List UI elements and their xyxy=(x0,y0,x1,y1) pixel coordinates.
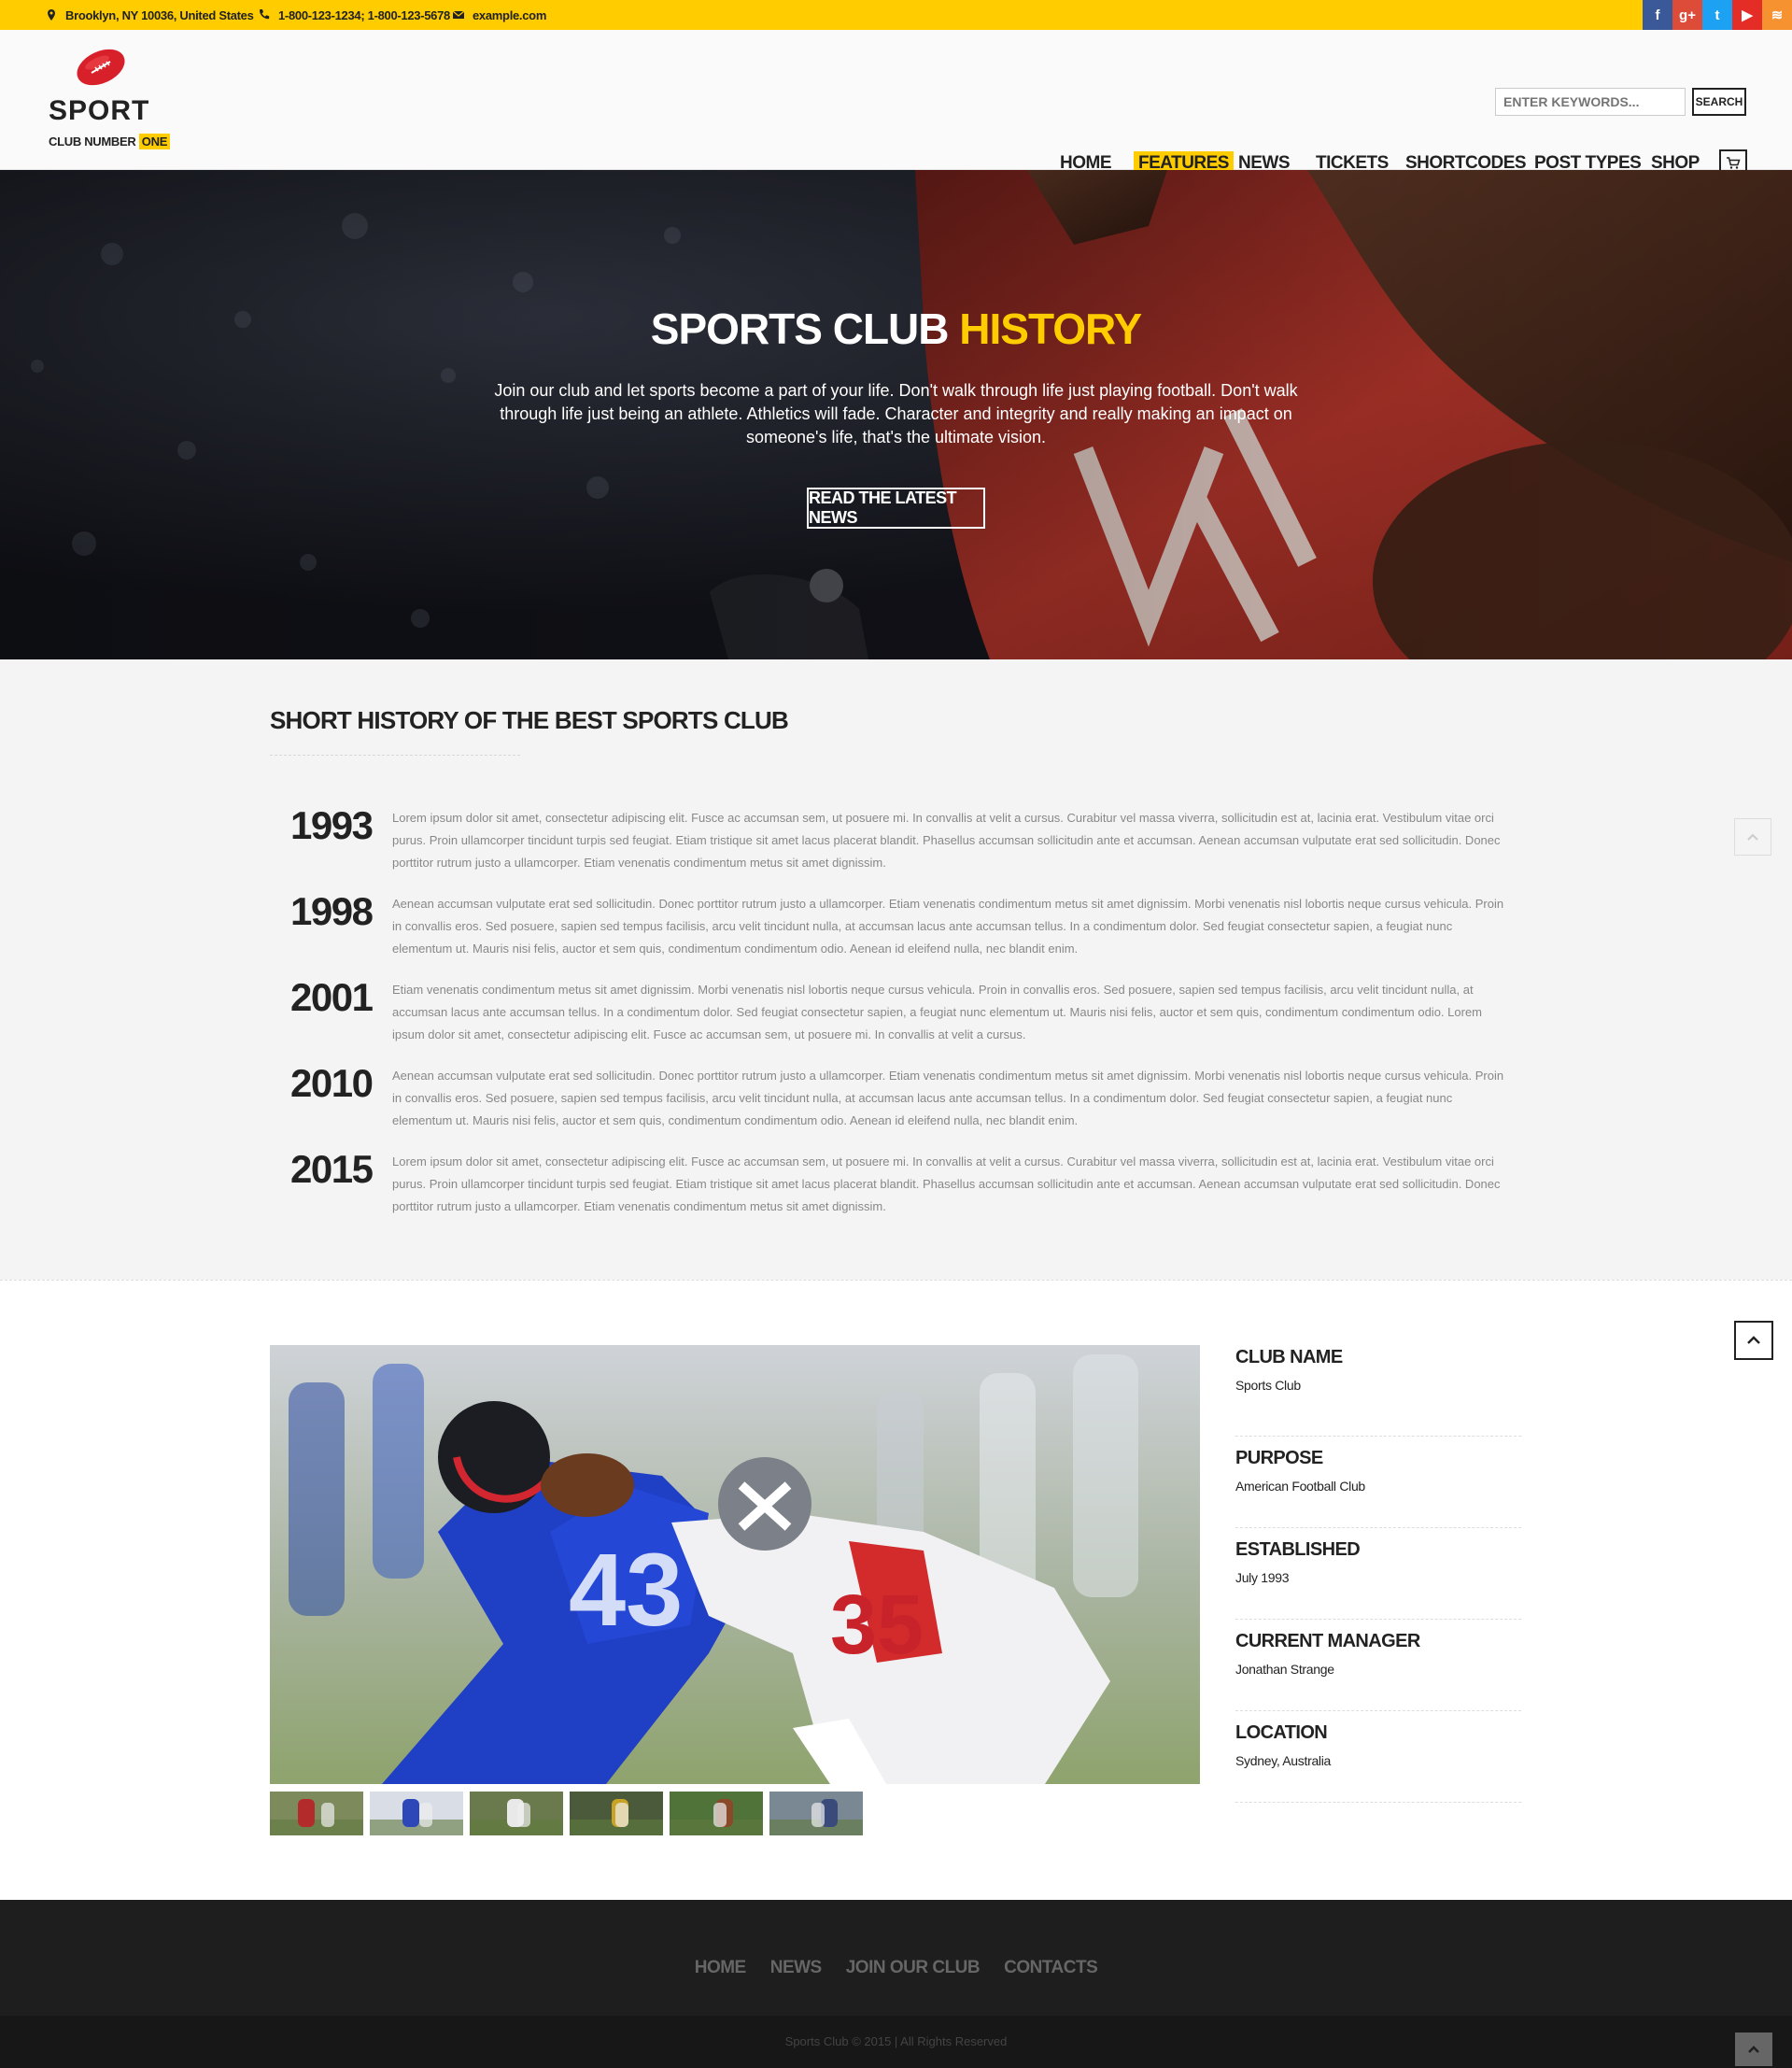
fact-label: LOCATION xyxy=(1235,1722,1328,1743)
hero-banner: SPORTS CLUB HISTORY Join our club and le… xyxy=(0,170,1792,659)
history-section-title: SHORT HISTORY OF THE BEST SPORTS CLUB xyxy=(270,706,789,734)
hero-title-white: SPORTS CLUB xyxy=(650,305,950,353)
history-entry-text: Lorem ipsum dolor sit amet, consectetur … xyxy=(392,1154,1501,1213)
history-year: 2010 xyxy=(290,1061,374,1105)
copyright-text: Sports Club © 2015 | All Rights Reserved xyxy=(784,2034,1008,2048)
hero-title: SPORTS CLUB HISTORY xyxy=(0,304,1792,354)
search-button[interactable]: SEARCH xyxy=(1692,88,1746,116)
history-entry-text: Aenean accumsan vulputate erat sed solli… xyxy=(392,897,1504,956)
logo-tagline-highlight: ONE xyxy=(138,134,171,149)
club-fact-location: LOCATION Sydney, Australia xyxy=(1235,1711,1521,1803)
fact-value: Sydney, Australia xyxy=(1235,1753,1332,1768)
svg-text:43: 43 xyxy=(569,1533,683,1648)
shopping-cart-icon xyxy=(1727,157,1741,169)
envelope-icon xyxy=(452,10,465,19)
chevron-up-icon xyxy=(1748,2046,1759,2053)
phone-info: 1-800-123-1234; 1-800-123-5678 xyxy=(258,0,450,30)
read-latest-news-button[interactable]: READ THE LATEST NEWS xyxy=(807,488,985,529)
logo-tagline: CLUB NUMBER ONE xyxy=(49,134,171,149)
site-header: SPORT CLUB NUMBER ONE SEARCH HOMEFEATURE… xyxy=(0,30,1792,177)
fact-label: ESTABLISHED xyxy=(1235,1539,1361,1560)
footer-link-join-our-club[interactable]: JOIN OUR CLUB xyxy=(846,1958,981,1978)
gallery-main-image[interactable]: 43 35 xyxy=(270,1345,1200,1784)
footer-nav: HOME NEWS JOIN OUR CLUB CONTACTS xyxy=(0,1958,1792,1978)
history-year: 2001 xyxy=(290,975,374,1019)
section-divider xyxy=(270,755,520,756)
email-info[interactable]: example.com xyxy=(452,0,546,30)
fact-label: CLUB NAME xyxy=(1235,1347,1343,1367)
youtube-icon[interactable]: ▶ xyxy=(1732,0,1762,30)
fact-value: Jonathan Strange xyxy=(1235,1662,1334,1677)
hero-title-accent: HISTORY xyxy=(959,305,1142,353)
thumbnail-photo xyxy=(470,1792,563,1835)
footer-link-home[interactable]: HOME xyxy=(695,1958,747,1978)
gallery-thumbnail[interactable] xyxy=(270,1792,363,1835)
map-marker-icon xyxy=(48,9,55,21)
thumbnail-photo xyxy=(769,1792,863,1835)
social-links: f g+ t ▶ ≋ xyxy=(1643,0,1792,30)
gallery-thumbnail[interactable] xyxy=(570,1792,663,1835)
history-entry-text: Etiam venenatis condimentum metus sit am… xyxy=(392,983,1482,1041)
google-plus-icon[interactable]: g+ xyxy=(1672,0,1702,30)
logo-tagline-prefix: CLUB NUMBER xyxy=(49,135,136,149)
club-fact-club-name: CLUB NAME Sports Club xyxy=(1235,1345,1521,1437)
phone-text: 1-800-123-1234; 1-800-123-5678 xyxy=(278,7,450,22)
history-entry-text: Aenean accumsan vulputate erat sed solli… xyxy=(392,1069,1504,1127)
thumbnail-photo xyxy=(670,1792,763,1835)
fact-value: American Football Club xyxy=(1235,1479,1365,1494)
search-input[interactable] xyxy=(1495,88,1686,116)
address-info: Brooklyn, NY 10036, United States xyxy=(45,0,254,30)
football-tackle-photo: 43 35 xyxy=(270,1345,1200,1784)
history-entry-text: Lorem ipsum dolor sit amet, consectetur … xyxy=(392,811,1501,870)
history-year: 2015 xyxy=(290,1147,374,1191)
club-fact-established: ESTABLISHED July 1993 xyxy=(1235,1528,1521,1620)
history-year: 1993 xyxy=(290,803,374,847)
club-fact-purpose: PURPOSE American Football Club xyxy=(1235,1437,1521,1528)
footer-link-contacts[interactable]: CONTACTS xyxy=(1004,1958,1098,1978)
footer-link-news[interactable]: NEWS xyxy=(770,1958,823,1978)
site-logo[interactable]: SPORT CLUB NUMBER ONE xyxy=(49,47,171,149)
back-to-top-button[interactable] xyxy=(1734,1321,1773,1360)
thumbnail-photo xyxy=(370,1792,463,1835)
fact-value: Sports Club xyxy=(1235,1378,1301,1393)
gallery-thumbnail[interactable] xyxy=(370,1792,463,1835)
chevron-up-icon xyxy=(1747,1336,1760,1344)
phone-icon xyxy=(260,9,270,20)
gallery-thumbnail[interactable] xyxy=(470,1792,563,1835)
gallery-thumbnail[interactable] xyxy=(670,1792,763,1835)
club-fact-current-manager: CURRENT MANAGER Jonathan Strange xyxy=(1235,1620,1521,1711)
site-footer: HOME NEWS JOIN OUR CLUB CONTACTS xyxy=(0,1900,1792,2016)
fact-label: CURRENT MANAGER xyxy=(1235,1631,1420,1651)
top-info-bar: Brooklyn, NY 10036, United States 1-800-… xyxy=(0,0,1792,30)
email-link[interactable]: example.com xyxy=(473,8,546,22)
gallery-thumbnail[interactable] xyxy=(769,1792,863,1835)
facebook-icon[interactable]: f xyxy=(1643,0,1672,30)
thumbnail-photo xyxy=(570,1792,663,1835)
chevron-up-icon xyxy=(1747,833,1758,841)
club-facts-list: CLUB NAME Sports Club PURPOSE American Foot… xyxy=(1235,1345,1521,1803)
svg-text:35: 35 xyxy=(830,1579,924,1672)
history-year: 1998 xyxy=(290,889,374,933)
footer-scroll-top-button[interactable] xyxy=(1735,2033,1772,2066)
scroll-up-button[interactable] xyxy=(1734,818,1771,856)
address-text: Brooklyn, NY 10036, United States xyxy=(65,7,254,22)
hero-description: Join our club and let sports become a pa… xyxy=(494,381,1298,446)
thumbnail-photo xyxy=(270,1792,363,1835)
rss-icon[interactable]: ≋ xyxy=(1762,0,1792,30)
fact-value: July 1993 xyxy=(1235,1570,1290,1585)
twitter-icon[interactable]: t xyxy=(1702,0,1732,30)
fact-label: PURPOSE xyxy=(1235,1448,1323,1468)
football-logo-icon xyxy=(77,49,125,86)
logo-wordmark: SPORT xyxy=(49,95,150,126)
copyright-bar: Sports Club © 2015 | All Rights Reserved xyxy=(0,2016,1792,2068)
